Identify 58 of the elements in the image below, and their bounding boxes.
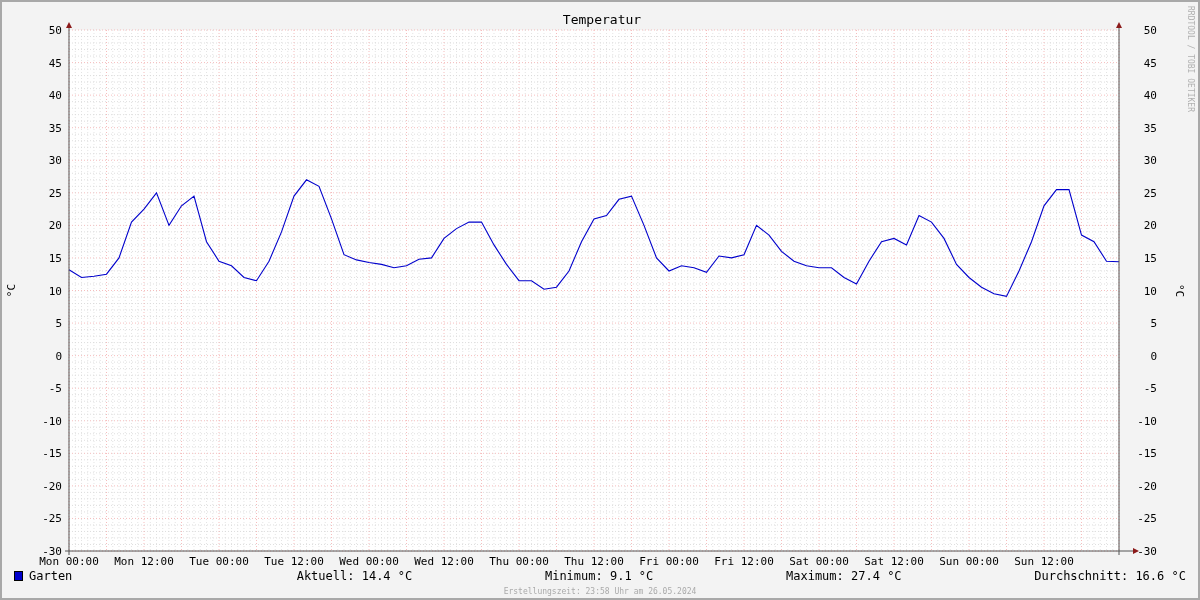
axis-label: °C	[5, 283, 18, 298]
axis-tick-label: Tue 12:00	[264, 555, 324, 566]
axis-tick-label: Sun 12:00	[1014, 555, 1074, 566]
axis-tick-label: 45	[48, 56, 62, 70]
chart-title: Temperatur	[562, 12, 642, 27]
axis-tick-label: 35	[1143, 121, 1157, 135]
axis-tick-label: 50	[1143, 24, 1157, 37]
axis-tick-label: 25	[48, 186, 62, 200]
legend-label: Garten	[29, 568, 73, 585]
axis-tick-label: 0	[1150, 349, 1157, 363]
axis-tick-label: 50	[48, 24, 62, 37]
axis-tick-label: -15	[1137, 447, 1157, 461]
axis-tick-label: -5	[48, 382, 62, 396]
axis-tick-label: -5	[1143, 382, 1157, 396]
axis-tick-label: 15	[1143, 251, 1157, 265]
axis-tick-label: 30	[1143, 154, 1157, 168]
axis-tick-label: -10	[1137, 414, 1157, 428]
axis-tick-label: Sat 12:00	[864, 555, 924, 566]
axis-tick-label: -30	[1137, 545, 1157, 558]
axis-tick-label: Tue 00:00	[189, 555, 249, 566]
axis-tick-label: 0	[55, 349, 62, 363]
axis-tick-label: 20	[48, 219, 62, 233]
axis-tick-label: -10	[42, 414, 62, 428]
axis-tick-label: -20	[42, 479, 62, 493]
axis-tick-label: 25	[1143, 186, 1157, 200]
axis-tick-label: -30	[42, 545, 62, 558]
side-label: RRDTOOL / TOBI OETIKER	[1186, 6, 1195, 112]
axis-tick-label: 40	[48, 89, 62, 103]
axis-tick-label: -25	[42, 512, 62, 526]
axis-tick-label: 10	[48, 284, 62, 298]
axis-tick-label: 10	[1143, 284, 1157, 298]
axis-tick-label: Wed 12:00	[414, 555, 474, 566]
stat-text: Minimum: 9.1 °C	[544, 568, 654, 585]
axis-tick-label: -25	[1137, 512, 1157, 526]
axis-tick-label: Sat 00:00	[789, 555, 849, 566]
axis-tick-label: 30	[48, 154, 62, 168]
axis-tick-label: Thu 00:00	[489, 555, 549, 566]
axis-tick-label: Thu 12:00	[564, 555, 624, 566]
stat-text: Maximum: 27.4 °C	[786, 568, 902, 585]
axis-tick-label: 45	[1143, 56, 1157, 70]
axis-tick-label: 40	[1143, 89, 1157, 103]
axis-label: °C	[1173, 283, 1186, 298]
footer-text: Erstellungszeit: 23:58 Uhr am 26.05.2024	[503, 586, 697, 598]
axis-tick-label: 20	[1143, 219, 1157, 233]
stat-text: Durchschnitt: 16.6 °C	[1034, 568, 1186, 585]
axis-tick-label: -20	[1137, 479, 1157, 493]
axis-tick-label: Mon 12:00	[114, 555, 174, 566]
axis-tick-label: Fri 00:00	[639, 555, 699, 566]
axis-tick-label: -15	[42, 447, 62, 461]
axis-tick-label: Fri 12:00	[714, 555, 774, 566]
axis-tick-label: 35	[48, 121, 62, 135]
axis-tick-label: Mon 00:00	[39, 555, 99, 566]
axis-tick-label: 5	[1150, 317, 1157, 331]
axis-tick-label: 15	[48, 251, 62, 265]
axis-tick-label: Wed 00:00	[339, 555, 399, 566]
stat-text: Aktuell: 14.4 °C	[296, 568, 413, 585]
axis-tick-label: 5	[55, 317, 62, 331]
axis-tick-label: Sun 00:00	[939, 555, 999, 566]
